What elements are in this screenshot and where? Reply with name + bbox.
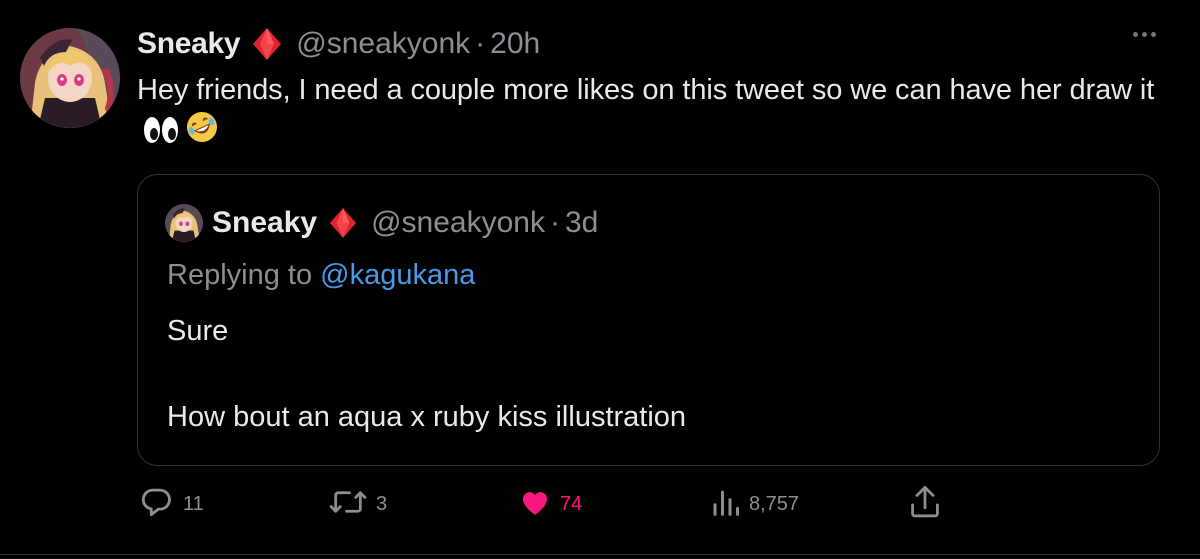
heart-icon: [518, 485, 552, 524]
quoted-tweet-line-2: How bout an aqua x ruby kiss illustratio…: [167, 401, 687, 433]
tweet[interactable]: Sneaky @sneakyonk · 20h Hey friends, I n…: [0, 0, 1200, 559]
replying-to-label: Replying to: [167, 259, 313, 291]
quoted-author-avatar: [165, 204, 203, 242]
bottom-divider: [0, 554, 1200, 555]
share-icon: [907, 483, 943, 526]
quoted-author-handle: @sneakyonk: [371, 206, 545, 239]
reply-count: 11: [183, 492, 204, 515]
quoted-tweet-timestamp: 3d: [564, 206, 599, 239]
replying-to-mention[interactable]: @kagukana: [320, 259, 475, 291]
like-count: 74: [560, 492, 583, 515]
reply-icon: [137, 483, 175, 526]
quoted-author-display-name: Sneaky: [212, 206, 318, 239]
red-diamond-icon: [252, 27, 282, 61]
author-handle[interactable]: @sneakyonk: [296, 27, 470, 61]
author-display-name[interactable]: Sneaky: [137, 27, 241, 61]
separator-dot: ·: [475, 27, 486, 60]
action-bar: 11 3 74 8,757: [0, 482, 1200, 526]
views-button[interactable]: 8,757: [711, 482, 799, 526]
more-options-icon[interactable]: [1133, 32, 1156, 37]
repost-icon: [328, 483, 368, 526]
rolling-on-floor-laughing-emoji-icon: [185, 110, 219, 155]
tweet-timestamp[interactable]: 20h: [490, 27, 540, 61]
replying-to-line: Replying to @kagukana: [167, 259, 475, 292]
tweet-text: Hey friends, I need a couple more likes …: [137, 70, 1177, 155]
red-diamond-icon: [329, 207, 357, 239]
tweet-header: Sneaky @sneakyonk · 20h: [137, 22, 540, 66]
quoted-tweet-header: Sneaky @sneakyonk · 3d: [165, 201, 598, 245]
bar-chart-icon: [711, 485, 741, 524]
view-count: 8,757: [749, 492, 800, 515]
eyes-emoji-icon: [143, 115, 179, 155]
tweet-body: Hey friends, I need a couple more likes …: [137, 74, 1155, 106]
repost-button[interactable]: 3: [328, 482, 387, 526]
like-button[interactable]: 74: [518, 482, 582, 526]
share-button[interactable]: [907, 482, 943, 526]
reply-button[interactable]: 11: [137, 482, 204, 526]
quoted-tweet-line-1: Sure: [167, 315, 229, 347]
separator-dot: ·: [549, 206, 560, 239]
repost-count: 3: [376, 492, 388, 515]
author-avatar[interactable]: [20, 28, 120, 128]
quoted-tweet-card[interactable]: Sneaky @sneakyonk · 3d Replying to @kagu…: [137, 174, 1160, 466]
